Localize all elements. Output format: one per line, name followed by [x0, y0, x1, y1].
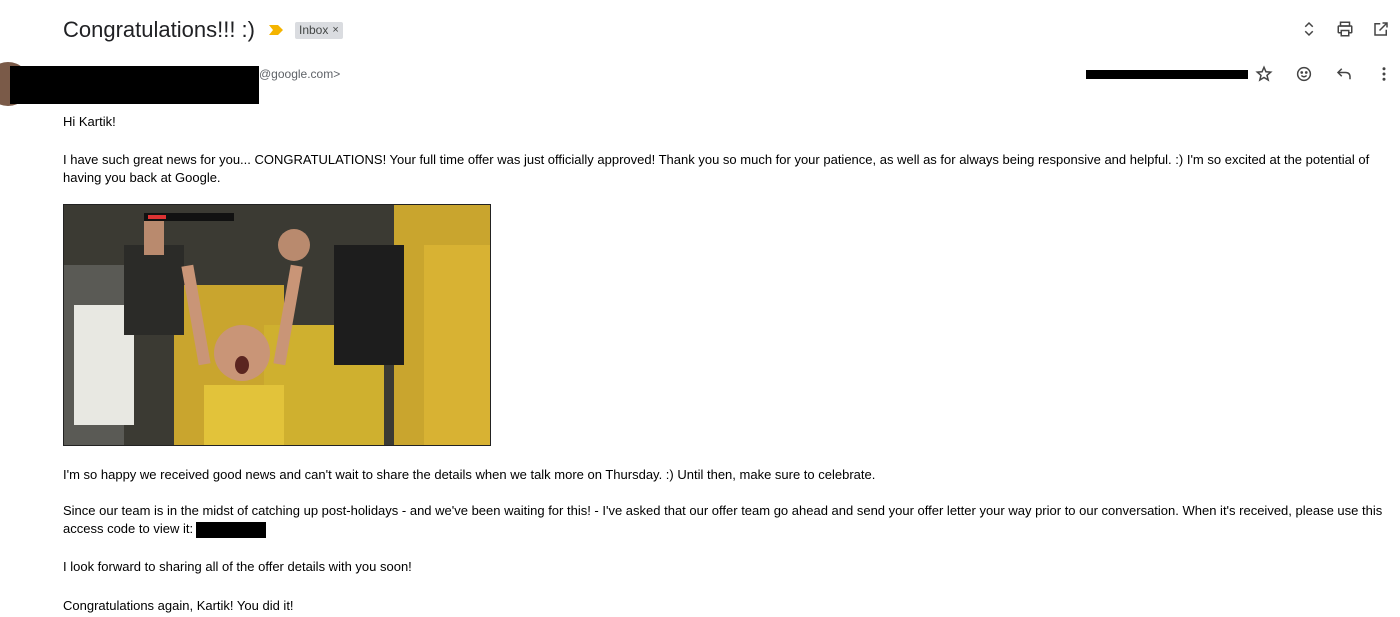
label-chip-text: Inbox — [298, 22, 329, 37]
reply-icon[interactable] — [1334, 64, 1354, 84]
greeting-paragraph: Hi Kartik! — [63, 114, 116, 129]
email-subject: Congratulations!!! :) — [63, 17, 255, 42]
body-paragraph-3: Since our team is in the midst of catchi… — [63, 502, 1383, 538]
expand-collapse-icon[interactable] — [1298, 18, 1320, 40]
date-redacted — [1086, 70, 1248, 79]
print-icon[interactable] — [1334, 18, 1356, 40]
access-code-redacted — [196, 521, 267, 538]
thread-toolbar — [1298, 18, 1392, 40]
open-in-new-window-icon[interactable] — [1370, 18, 1392, 40]
celebration-gif-image[interactable] — [63, 204, 491, 446]
remove-label-icon[interactable]: × — [332, 24, 338, 36]
body-paragraph-4: I look forward to sharing all of the off… — [63, 559, 412, 574]
body-paragraph-2: I'm so happy we received good news and c… — [63, 467, 876, 482]
more-vertical-icon[interactable] — [1374, 64, 1394, 84]
subject-row: Congratulations!!! :) Inbox × — [63, 14, 343, 46]
celebration-gif-illustration — [64, 205, 490, 445]
label-chip-inbox: Inbox × — [294, 21, 343, 39]
importance-marker-icon[interactable] — [268, 25, 283, 35]
emoji-reaction-icon[interactable] — [1294, 64, 1314, 84]
sender-name-redacted — [10, 66, 259, 104]
message-actions — [1254, 64, 1394, 84]
sender-email: @google.com> — [259, 67, 341, 81]
body-paragraph-1: I have such great news for you... CONGRA… — [63, 152, 1370, 185]
body-paragraph-5: Congratulations again, Kartik! You did i… — [63, 598, 294, 613]
star-icon[interactable] — [1254, 64, 1274, 84]
